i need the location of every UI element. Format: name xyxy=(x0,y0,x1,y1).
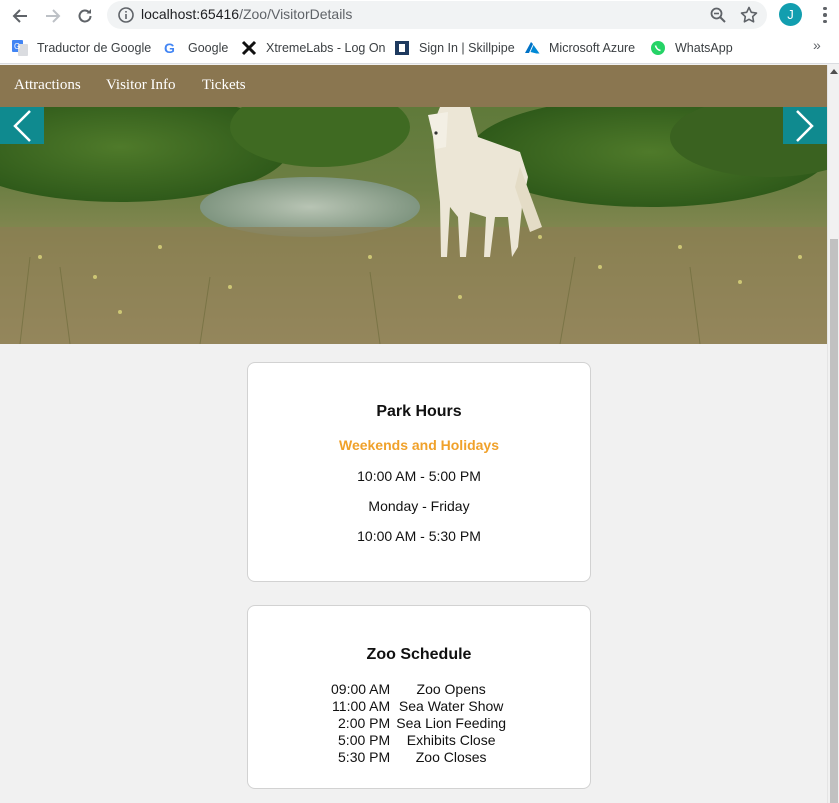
schedule-event: Zoo Closes xyxy=(415,749,487,765)
schedule-table: 09:00 AM Zoo Opens 11:00 AM Sea Water Show… xyxy=(328,681,509,766)
table-row: 11:00 AM Sea Water Show xyxy=(328,698,509,715)
schedule-event: Zoo Opens xyxy=(416,681,486,697)
table-row: 2:00 PM Sea Lion Feeding xyxy=(328,715,509,732)
zoo-schedule-card: Zoo Schedule 09:00 AM Zoo Opens 11:00 AM S… xyxy=(247,605,591,789)
schedule-event: Sea Lion Feeding xyxy=(396,715,507,731)
bookmark-xtremelabs[interactable]: XtremeLabs - Log On xyxy=(241,38,386,58)
xtremelabs-icon xyxy=(241,40,257,56)
bookmark-label: Microsoft Azure xyxy=(549,41,636,55)
back-button[interactable] xyxy=(8,4,32,28)
info-icon[interactable] xyxy=(117,6,135,24)
bookmarks-bar: G Traductor de Google G Google XtremeLab… xyxy=(0,32,839,64)
reload-button[interactable] xyxy=(73,4,97,28)
back-arrow-icon xyxy=(12,9,27,23)
schedule-event: Exhibits Close xyxy=(406,732,496,748)
hero-image-horse-meadow xyxy=(0,107,827,344)
scroll-thumb[interactable] xyxy=(830,239,838,803)
browser-toolbar: localhost:65416/Zoo/VisitorDetails J xyxy=(0,0,839,32)
bookmark-label: Google xyxy=(188,41,229,55)
chevron-left-icon xyxy=(13,109,31,142)
address-bar[interactable]: localhost:65416/Zoo/VisitorDetails xyxy=(107,1,767,29)
park-hours-title: Park Hours xyxy=(376,403,462,420)
azure-icon xyxy=(524,40,540,56)
chevron-right-icon xyxy=(796,109,814,142)
carousel-prev-button[interactable] xyxy=(0,107,44,144)
whatsapp-icon xyxy=(650,40,666,56)
bookmark-label: XtremeLabs - Log On xyxy=(266,41,386,55)
bookmarks-overflow-icon[interactable]: » xyxy=(813,37,821,53)
schedule-time: 11:00 AM xyxy=(332,698,391,714)
browser-menu-icon[interactable] xyxy=(817,5,833,25)
bookmark-label: WhatsApp xyxy=(675,41,733,55)
nav-visitor-info[interactable]: Visitor Info xyxy=(106,77,176,94)
weekday-label: Monday - Friday xyxy=(368,498,470,514)
schedule-time: 2:00 PM xyxy=(338,715,391,731)
bookmark-traductor[interactable]: G Traductor de Google xyxy=(12,38,151,58)
url-host: localhost:65416 xyxy=(141,6,240,22)
zoo-schedule-title: Zoo Schedule xyxy=(366,646,472,663)
bookmark-google[interactable]: G Google xyxy=(163,38,228,58)
svg-text:G: G xyxy=(164,40,175,56)
url-path: /Zoo/VisitorDetails xyxy=(239,6,353,22)
schedule-time: 5:00 PM xyxy=(338,732,391,748)
bookmark-azure[interactable]: Microsoft Azure xyxy=(524,38,635,58)
table-row: 5:00 PM Exhibits Close xyxy=(328,732,509,749)
carousel-next-button[interactable] xyxy=(783,107,827,144)
schedule-event: Sea Water Show xyxy=(398,698,504,714)
hero-carousel xyxy=(0,107,827,344)
scroll-up-icon[interactable] xyxy=(830,69,838,74)
bookmark-whatsapp[interactable]: WhatsApp xyxy=(650,38,733,58)
site-nav: Attractions Visitor Info Tickets xyxy=(0,65,827,107)
google-translate-icon: G xyxy=(12,40,28,56)
schedule-time: 09:00 AM xyxy=(331,681,391,697)
park-hours-card: Park Hours Weekends and Holidays 10:00 A… xyxy=(247,362,591,582)
nav-attractions[interactable]: Attractions xyxy=(14,77,81,94)
table-row: 5:30 PM Zoo Closes xyxy=(328,749,509,766)
weekday-hours: 10:00 AM - 5:30 PM xyxy=(357,528,481,544)
weekend-label: Weekends and Holidays xyxy=(338,437,499,453)
zoom-icon[interactable] xyxy=(709,6,727,24)
forward-arrow-icon xyxy=(46,9,61,23)
bookmark-label: Traductor de Google xyxy=(37,41,152,55)
bookmark-label: Sign In | Skillpipe xyxy=(419,41,515,55)
table-row: 09:00 AM Zoo Opens xyxy=(328,681,509,698)
google-icon: G xyxy=(163,40,179,56)
page-scrollbar[interactable] xyxy=(827,65,839,803)
schedule-time: 5:30 PM xyxy=(338,749,391,765)
profile-avatar[interactable]: J xyxy=(779,3,802,26)
forward-button[interactable] xyxy=(41,4,65,28)
skillpipe-icon xyxy=(394,40,410,56)
reload-icon xyxy=(78,9,92,23)
svg-text:G: G xyxy=(14,42,20,51)
bookmark-star-icon[interactable] xyxy=(739,5,759,25)
nav-tickets[interactable]: Tickets xyxy=(202,77,246,94)
bookmark-skillpipe[interactable]: Sign In | Skillpipe xyxy=(394,38,515,58)
weekend-hours: 10:00 AM - 5:00 PM xyxy=(357,468,481,484)
url-text: localhost:65416/Zoo/VisitorDetails xyxy=(141,6,352,22)
